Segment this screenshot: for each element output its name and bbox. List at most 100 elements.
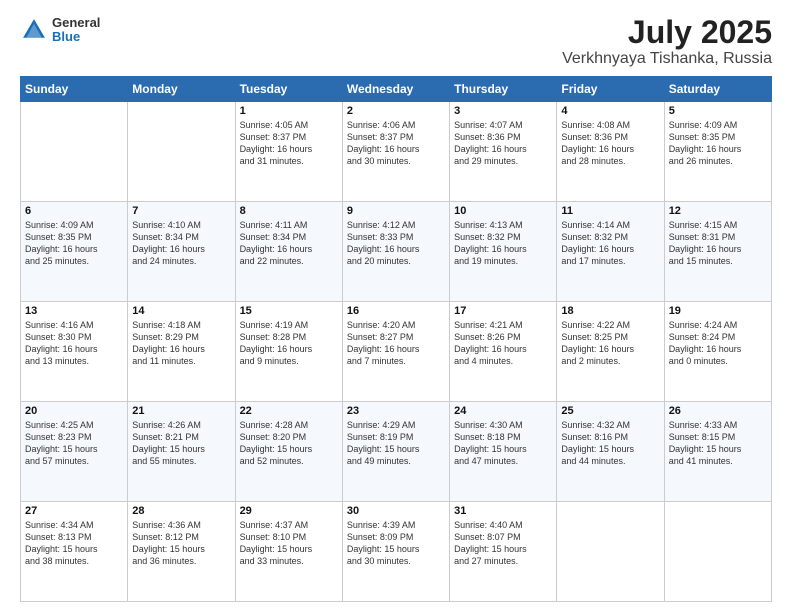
day-number: 1 bbox=[240, 105, 338, 117]
day-number: 20 bbox=[25, 405, 123, 417]
day-info: Sunrise: 4:40 AM Sunset: 8:07 PM Dayligh… bbox=[454, 519, 552, 568]
day-number: 5 bbox=[669, 105, 767, 117]
day-info: Sunrise: 4:24 AM Sunset: 8:24 PM Dayligh… bbox=[669, 319, 767, 368]
calendar-cell: 20 Sunrise: 4:25 AM Sunset: 8:23 PM Dayli… bbox=[21, 402, 128, 502]
day-info: Sunrise: 4:06 AM Sunset: 8:37 PM Dayligh… bbox=[347, 119, 445, 168]
calendar-week-1: 1 Sunrise: 4:05 AM Sunset: 8:37 PM Daylig… bbox=[21, 102, 772, 202]
col-header-friday: Friday bbox=[557, 77, 664, 102]
col-header-monday: Monday bbox=[128, 77, 235, 102]
day-info: Sunrise: 4:05 AM Sunset: 8:37 PM Dayligh… bbox=[240, 119, 338, 168]
calendar-cell bbox=[557, 502, 664, 602]
calendar-cell: 25 Sunrise: 4:32 AM Sunset: 8:16 PM Dayli… bbox=[557, 402, 664, 502]
day-info: Sunrise: 4:21 AM Sunset: 8:26 PM Dayligh… bbox=[454, 319, 552, 368]
day-info: Sunrise: 4:33 AM Sunset: 8:15 PM Dayligh… bbox=[669, 419, 767, 468]
day-number: 30 bbox=[347, 505, 445, 517]
title-block: July 2025 Verkhnyaya Tishanka, Russia bbox=[562, 16, 772, 68]
calendar-cell: 21Sunrise: 4:26 AM Sunset: 8:21 PM Dayli… bbox=[128, 402, 235, 502]
logo-icon bbox=[20, 16, 48, 44]
day-info: Sunrise: 4:39 AM Sunset: 8:09 PM Dayligh… bbox=[347, 519, 445, 568]
calendar-cell: 14 Sunrise: 4:18 AM Sunset: 8:29 PM Dayli… bbox=[128, 302, 235, 402]
calendar-cell: 11 Sunrise: 4:14 AM Sunset: 8:32 PM Dayli… bbox=[557, 202, 664, 302]
calendar-cell: 24Sunrise: 4:30 AM Sunset: 8:18 PM Dayli… bbox=[450, 402, 557, 502]
day-info: Sunrise: 4:29 AM Sunset: 8:19 PM Dayligh… bbox=[347, 419, 445, 468]
day-info: Sunrise: 4:20 AM Sunset: 8:27 PM Dayligh… bbox=[347, 319, 445, 368]
calendar-cell bbox=[21, 102, 128, 202]
calendar-cell: 29 Sunrise: 4:37 AM Sunset: 8:10 PM Dayli… bbox=[235, 502, 342, 602]
day-number: 29 bbox=[240, 505, 338, 517]
day-info: Sunrise: 4:25 AM Sunset: 8:23 PM Dayligh… bbox=[25, 419, 123, 468]
day-info: Sunrise: 4:18 AM Sunset: 8:29 PM Dayligh… bbox=[132, 319, 230, 368]
day-info: Sunrise: 4:12 AM Sunset: 8:33 PM Dayligh… bbox=[347, 219, 445, 268]
calendar-cell: 31 Sunrise: 4:40 AM Sunset: 8:07 PM Dayli… bbox=[450, 502, 557, 602]
day-info: Sunrise: 4:28 AM Sunset: 8:20 PM Dayligh… bbox=[240, 419, 338, 468]
day-number: 31 bbox=[454, 505, 552, 517]
col-header-sunday: Sunday bbox=[21, 77, 128, 102]
calendar-week-2: 6 Sunrise: 4:09 AM Sunset: 8:35 PM Daylig… bbox=[21, 202, 772, 302]
calendar-week-4: 20 Sunrise: 4:25 AM Sunset: 8:23 PM Dayli… bbox=[21, 402, 772, 502]
day-number: 13 bbox=[25, 305, 123, 317]
calendar-cell: 7 Sunrise: 4:10 AM Sunset: 8:34 PM Daylig… bbox=[128, 202, 235, 302]
calendar-cell: 13 Sunrise: 4:16 AM Sunset: 8:30 PM Dayli… bbox=[21, 302, 128, 402]
day-info: Sunrise: 4:30 AM Sunset: 8:18 PM Dayligh… bbox=[454, 419, 552, 468]
col-header-thursday: Thursday bbox=[450, 77, 557, 102]
day-info: Sunrise: 4:14 AM Sunset: 8:32 PM Dayligh… bbox=[561, 219, 659, 268]
day-number: 19 bbox=[669, 305, 767, 317]
day-info: Sunrise: 4:15 AM Sunset: 8:31 PM Dayligh… bbox=[669, 219, 767, 268]
calendar-cell bbox=[128, 102, 235, 202]
day-info: Sunrise: 4:32 AM Sunset: 8:16 PM Dayligh… bbox=[561, 419, 659, 468]
calendar-cell: 17 Sunrise: 4:21 AM Sunset: 8:26 PM Dayli… bbox=[450, 302, 557, 402]
day-number: 9 bbox=[347, 205, 445, 217]
calendar-cell: 18Sunrise: 4:22 AM Sunset: 8:25 PM Dayli… bbox=[557, 302, 664, 402]
day-number: 15 bbox=[240, 305, 338, 317]
calendar-cell: 9 Sunrise: 4:12 AM Sunset: 8:33 PM Daylig… bbox=[342, 202, 449, 302]
calendar-cell: 28 Sunrise: 4:36 AM Sunset: 8:12 PM Dayli… bbox=[128, 502, 235, 602]
calendar-cell: 23Sunrise: 4:29 AM Sunset: 8:19 PM Dayli… bbox=[342, 402, 449, 502]
day-number: 2 bbox=[347, 105, 445, 117]
day-info: Sunrise: 4:08 AM Sunset: 8:36 PM Dayligh… bbox=[561, 119, 659, 168]
day-number: 14 bbox=[132, 305, 230, 317]
day-number: 7 bbox=[132, 205, 230, 217]
calendar-cell bbox=[664, 502, 771, 602]
title-month: July 2025 bbox=[562, 16, 772, 48]
day-number: 22 bbox=[240, 405, 338, 417]
calendar-cell: 19 Sunrise: 4:24 AM Sunset: 8:24 PM Dayli… bbox=[664, 302, 771, 402]
day-number: 11 bbox=[561, 205, 659, 217]
day-info: Sunrise: 4:07 AM Sunset: 8:36 PM Dayligh… bbox=[454, 119, 552, 168]
calendar-cell: 15 Sunrise: 4:19 AM Sunset: 8:28 PM Dayli… bbox=[235, 302, 342, 402]
col-header-wednesday: Wednesday bbox=[342, 77, 449, 102]
logo-text: General Blue bbox=[52, 16, 100, 45]
day-number: 6 bbox=[25, 205, 123, 217]
day-info: Sunrise: 4:10 AM Sunset: 8:34 PM Dayligh… bbox=[132, 219, 230, 268]
day-number: 25 bbox=[561, 405, 659, 417]
day-info: Sunrise: 4:37 AM Sunset: 8:10 PM Dayligh… bbox=[240, 519, 338, 568]
day-info: Sunrise: 4:34 AM Sunset: 8:13 PM Dayligh… bbox=[25, 519, 123, 568]
logo-blue-text: Blue bbox=[52, 30, 100, 44]
calendar-header-row: SundayMondayTuesdayWednesdayThursdayFrid… bbox=[21, 77, 772, 102]
day-info: Sunrise: 4:09 AM Sunset: 8:35 PM Dayligh… bbox=[25, 219, 123, 268]
col-header-tuesday: Tuesday bbox=[235, 77, 342, 102]
calendar-cell: 8Sunrise: 4:11 AM Sunset: 8:34 PM Daylig… bbox=[235, 202, 342, 302]
day-info: Sunrise: 4:09 AM Sunset: 8:35 PM Dayligh… bbox=[669, 119, 767, 168]
page: General Blue July 2025 Verkhnyaya Tishan… bbox=[0, 0, 792, 612]
calendar-cell: 10 Sunrise: 4:13 AM Sunset: 8:32 PM Dayli… bbox=[450, 202, 557, 302]
logo-general-text: General bbox=[52, 16, 100, 30]
calendar-cell: 5 Sunrise: 4:09 AM Sunset: 8:35 PM Daylig… bbox=[664, 102, 771, 202]
calendar-cell: 30 Sunrise: 4:39 AM Sunset: 8:09 PM Dayli… bbox=[342, 502, 449, 602]
day-number: 10 bbox=[454, 205, 552, 217]
day-number: 4 bbox=[561, 105, 659, 117]
calendar-table: SundayMondayTuesdayWednesdayThursdayFrid… bbox=[20, 76, 772, 602]
day-info: Sunrise: 4:16 AM Sunset: 8:30 PM Dayligh… bbox=[25, 319, 123, 368]
day-number: 17 bbox=[454, 305, 552, 317]
calendar-cell: 12 Sunrise: 4:15 AM Sunset: 8:31 PM Dayli… bbox=[664, 202, 771, 302]
day-number: 12 bbox=[669, 205, 767, 217]
day-info: Sunrise: 4:13 AM Sunset: 8:32 PM Dayligh… bbox=[454, 219, 552, 268]
day-info: Sunrise: 4:36 AM Sunset: 8:12 PM Dayligh… bbox=[132, 519, 230, 568]
day-number: 18 bbox=[561, 305, 659, 317]
day-number: 16 bbox=[347, 305, 445, 317]
calendar-cell: 26Sunrise: 4:33 AM Sunset: 8:15 PM Dayli… bbox=[664, 402, 771, 502]
logo: General Blue bbox=[20, 16, 100, 45]
day-info: Sunrise: 4:11 AM Sunset: 8:34 PM Dayligh… bbox=[240, 219, 338, 268]
day-info: Sunrise: 4:19 AM Sunset: 8:28 PM Dayligh… bbox=[240, 319, 338, 368]
day-number: 28 bbox=[132, 505, 230, 517]
calendar-week-3: 13 Sunrise: 4:16 AM Sunset: 8:30 PM Dayli… bbox=[21, 302, 772, 402]
